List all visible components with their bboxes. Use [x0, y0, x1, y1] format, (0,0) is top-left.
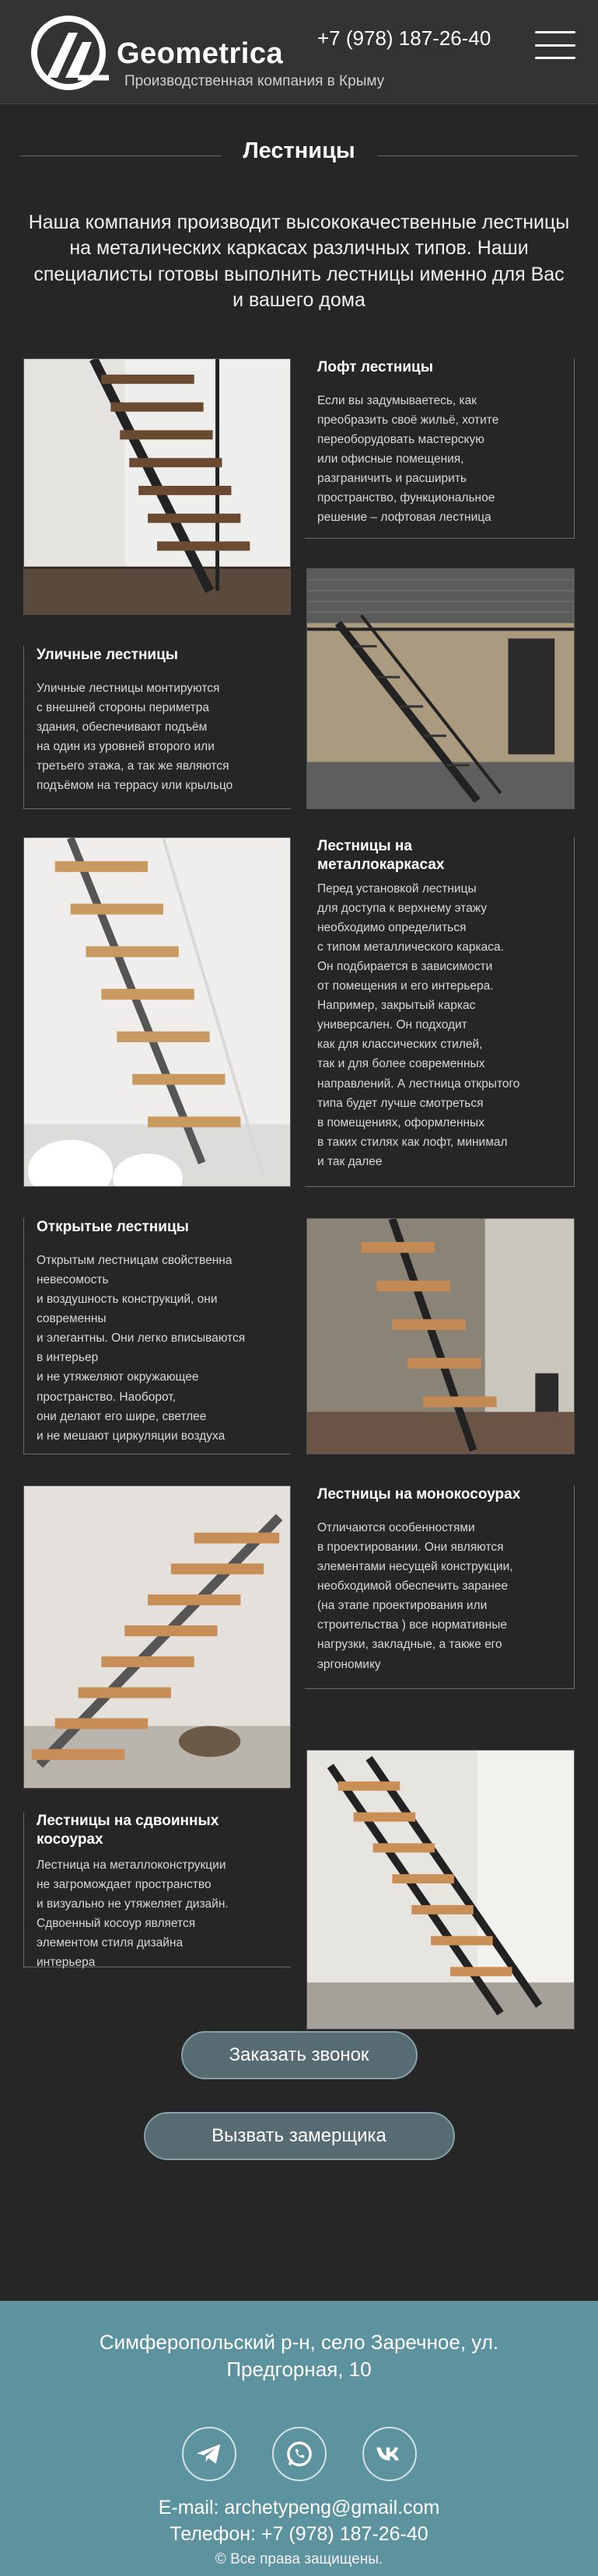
card-description: Перед установкой лестницы для доступа к … — [317, 881, 520, 1169]
card-description: Уличные лестницы монтируются с внешней с… — [37, 681, 233, 793]
monostringer-stairs-photo — [23, 1485, 291, 1789]
card-title: Лестницы на монокосоурах — [317, 1486, 521, 1503]
card-title: Лофт лестницы — [317, 359, 433, 375]
brand-name[interactable]: Geometrica — [117, 37, 283, 71]
card-double-stringer-text: Лестницы на сдвоинных косоурах Лестница … — [23, 1812, 291, 1969]
intro-text: Наша компания производит высококачествен… — [28, 211, 570, 311]
card-outdoor-text: Уличные лестницы Уличные лестницы монтир… — [23, 646, 291, 809]
hamburger-menu-icon[interactable] — [535, 31, 575, 59]
call-measurer-button[interactable]: Вызвать замерщика — [143, 2112, 455, 2160]
metal-frame-stairs-photo — [23, 837, 291, 1187]
card-description: Если вы задумываетесь, как преобразить с… — [317, 393, 499, 525]
footer-address: Симферопольский р-н, село Заречное, ул. … — [99, 2330, 499, 2381]
card-monostringer-text: Лестницы на монокосоурах Отличаются особ… — [305, 1485, 575, 1689]
card-title: Открытые лестницы — [37, 1219, 189, 1235]
footer-phone[interactable]: Телефон: +7 (978) 187-26-40 — [0, 2523, 598, 2546]
page-title: Лестницы — [243, 138, 355, 163]
order-call-button[interactable]: Заказать звонок — [180, 2031, 418, 2079]
section-title-row: Лестницы — [0, 104, 598, 210]
menu-bar — [535, 44, 575, 47]
stairs-grid: Лофт лестницы Если вы задумываетесь, как… — [0, 358, 598, 2160]
footer-email[interactable]: E-mail: archetypeng@gmail.com — [0, 2497, 598, 2519]
card-title: Лестницы на сдвоинных косоурах — [37, 1813, 219, 1848]
social-links — [0, 2427, 598, 2481]
menu-bar — [535, 57, 575, 59]
outdoor-stairs-photo — [306, 568, 575, 809]
whatsapp-icon[interactable] — [271, 2427, 327, 2481]
card-open-text: Открытые лестницы Открытым лестницам сво… — [23, 1218, 291, 1454]
loft-stairs-photo — [23, 358, 291, 615]
brand-subtitle: Производственная компания в Крыму — [124, 73, 385, 89]
card-description: Открытым лестницам свойственна невесомос… — [37, 1253, 246, 1443]
card-title: Лестницы на металлокаркасах — [317, 838, 445, 873]
site-header: Geometrica Производственная компания в К… — [0, 0, 598, 104]
footer-copyright: © Все права защищены. — [215, 2551, 383, 2567]
menu-bar — [535, 31, 575, 33]
title-divider-right — [377, 155, 578, 156]
header-phone-link[interactable]: +7 (978) 187-26-40 — [317, 26, 491, 51]
card-loft-text: Лофт лестницы Если вы задумываетесь, как… — [305, 358, 575, 539]
geometrica-logo-icon[interactable] — [31, 14, 112, 92]
site-footer: Симферопольский р-н, село Заречное, ул. … — [0, 2301, 598, 2576]
vk-icon[interactable] — [362, 2427, 417, 2481]
card-metal-frame-text: Лестницы на металлокаркасах Перед устано… — [305, 837, 575, 1187]
card-description: Лестница на металлоконструкции не загром… — [37, 1858, 229, 1970]
open-stairs-photo — [306, 1218, 575, 1454]
telegram-icon[interactable] — [181, 2427, 236, 2481]
card-title: Уличные лестницы — [37, 647, 179, 663]
double-stringer-stairs-photo — [306, 1750, 575, 2030]
card-description: Отличаются особенностями в проектировани… — [317, 1520, 513, 1671]
